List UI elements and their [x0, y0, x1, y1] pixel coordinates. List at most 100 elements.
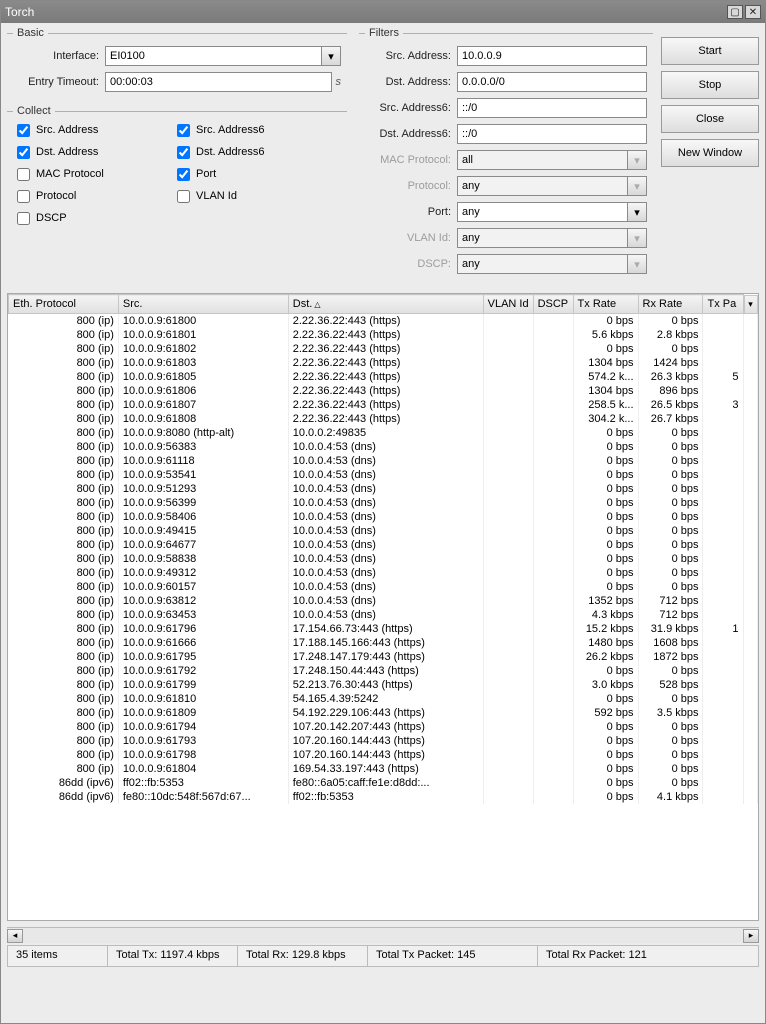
table-row[interactable]: 800 (ip)10.0.0.9:5129310.0.0.4:53 (dns)0…	[9, 482, 758, 496]
table-cell: 26.2 kbps	[573, 650, 638, 664]
table-row[interactable]: 800 (ip)10.0.0.9:618002.22.36.22:443 (ht…	[9, 314, 758, 329]
table-row[interactable]: 800 (ip)10.0.0.9:61798107.20.160.144:443…	[9, 748, 758, 762]
collect-checkbox-port[interactable]: Port	[173, 163, 333, 185]
src-address6-input[interactable]	[457, 98, 647, 118]
table-row[interactable]: 86dd (ipv6)fe80::10dc:548f:567d:67...ff0…	[9, 790, 758, 804]
horizontal-scrollbar[interactable]: ◂ ▸	[7, 927, 759, 943]
table-row[interactable]: 800 (ip)10.0.0.9:6166617.188.145.166:443…	[9, 636, 758, 650]
collect-checkbox-dst-address[interactable]: Dst. Address	[13, 141, 173, 163]
collect-checkbox-dst-address6[interactable]: Dst. Address6	[173, 141, 333, 163]
table-row[interactable]: 800 (ip)10.0.0.9:6179517.248.147.179:443…	[9, 650, 758, 664]
checkbox-input[interactable]	[17, 124, 30, 137]
table-row[interactable]: 800 (ip)10.0.0.9:6179952.213.76.30:443 (…	[9, 678, 758, 692]
table-row[interactable]: 800 (ip)10.0.0.9:5883810.0.0.4:53 (dns)0…	[9, 552, 758, 566]
start-button[interactable]: Start	[661, 37, 759, 65]
checkbox-input[interactable]	[17, 212, 30, 225]
dst-address6-input[interactable]	[457, 124, 647, 144]
table-row[interactable]: 800 (ip)10.0.0.9:4931210.0.0.4:53 (dns)0…	[9, 566, 758, 580]
table-cell: 10.0.0.9:61800	[118, 314, 288, 329]
table-row[interactable]: 800 (ip)10.0.0.9:4941510.0.0.4:53 (dns)0…	[9, 524, 758, 538]
interface-input[interactable]	[105, 46, 322, 66]
column-header-rx-rate[interactable]: Rx Rate	[638, 295, 703, 314]
port-input[interactable]	[457, 202, 628, 222]
minimize-icon[interactable]: ▢	[727, 5, 743, 19]
table-cell: ff02::fb:5353	[288, 790, 483, 804]
table-cell	[483, 454, 533, 468]
table-cell	[703, 678, 743, 692]
table-row[interactable]: 800 (ip)10.0.0.9:618022.22.36.22:443 (ht…	[9, 342, 758, 356]
collect-checkbox-vlan-id[interactable]: VLAN Id	[173, 185, 333, 207]
scroll-left-icon[interactable]: ◂	[7, 929, 23, 943]
table-row[interactable]: 800 (ip)10.0.0.9:6180954.192.229.106:443…	[9, 706, 758, 720]
column-header-tx-pa[interactable]: Tx Pa	[703, 295, 743, 314]
table-row[interactable]: 800 (ip)10.0.0.9:618062.22.36.22:443 (ht…	[9, 384, 758, 398]
collect-checkbox-protocol[interactable]: Protocol	[13, 185, 173, 207]
table-row[interactable]: 800 (ip)10.0.0.9:6111810.0.0.4:53 (dns)0…	[9, 454, 758, 468]
table-row[interactable]: 800 (ip)10.0.0.9:618012.22.36.22:443 (ht…	[9, 328, 758, 342]
checkbox-input[interactable]	[177, 146, 190, 159]
stop-button[interactable]: Stop	[661, 71, 759, 99]
close-icon[interactable]: ✕	[745, 5, 761, 19]
src-address6-label: Src. Address6:	[365, 102, 457, 114]
table-row[interactable]: 800 (ip)10.0.0.9:5840610.0.0.4:53 (dns)0…	[9, 510, 758, 524]
column-header-src-[interactable]: Src.	[118, 295, 288, 314]
vlan-input	[457, 228, 628, 248]
table-row[interactable]: 800 (ip)10.0.0.9:618072.22.36.22:443 (ht…	[9, 398, 758, 412]
table-cell: 800 (ip)	[9, 384, 119, 398]
table-row[interactable]: 800 (ip)10.0.0.9:61794107.20.142.207:443…	[9, 720, 758, 734]
new-window-button[interactable]: New Window	[661, 139, 759, 167]
close-button[interactable]: Close	[661, 105, 759, 133]
table-row[interactable]: 800 (ip)10.0.0.9:6381210.0.0.4:53 (dns)1…	[9, 594, 758, 608]
checkbox-input[interactable]	[177, 168, 190, 181]
table-cell	[483, 496, 533, 510]
table-row[interactable]: 800 (ip)10.0.0.9:6467710.0.0.4:53 (dns)0…	[9, 538, 758, 552]
table-row[interactable]: 800 (ip)10.0.0.9:618052.22.36.22:443 (ht…	[9, 370, 758, 384]
table-cell: 10.0.0.9:61793	[118, 734, 288, 748]
table-row[interactable]: 800 (ip)10.0.0.9:5354110.0.0.4:53 (dns)0…	[9, 468, 758, 482]
table-row[interactable]: 800 (ip)10.0.0.9:618032.22.36.22:443 (ht…	[9, 356, 758, 370]
column-header-tx-rate[interactable]: Tx Rate	[573, 295, 638, 314]
table-cell: 800 (ip)	[9, 468, 119, 482]
checkbox-input[interactable]	[17, 146, 30, 159]
columns-menu-icon[interactable]: ▾	[744, 295, 758, 314]
collect-checkbox-src-address6[interactable]: Src. Address6	[173, 119, 333, 141]
table-row[interactable]: 800 (ip)10.0.0.9:5639910.0.0.4:53 (dns)0…	[9, 496, 758, 510]
checkbox-input[interactable]	[177, 124, 190, 137]
table-cell: 0 bps	[638, 538, 703, 552]
table-row[interactable]: 800 (ip)10.0.0.9:6179217.248.150.44:443 …	[9, 664, 758, 678]
collect-legend: Collect	[13, 105, 55, 117]
port-dropdown-icon[interactable]: ▾	[627, 202, 647, 222]
table-cell	[483, 790, 533, 804]
column-header-dscp[interactable]: DSCP	[533, 295, 573, 314]
entry-timeout-input[interactable]	[105, 72, 332, 92]
column-header-dst-[interactable]: Dst.△	[288, 295, 483, 314]
table-cell	[703, 650, 743, 664]
checkbox-input[interactable]	[17, 168, 30, 181]
interface-dropdown-icon[interactable]: ▾	[321, 46, 341, 66]
table-row[interactable]: 800 (ip)10.0.0.9:61793107.20.160.144:443…	[9, 734, 758, 748]
table-row[interactable]: 800 (ip)10.0.0.9:6015710.0.0.4:53 (dns)0…	[9, 580, 758, 594]
column-header-vlan-id[interactable]: VLAN Id	[483, 295, 533, 314]
table-row[interactable]: 800 (ip)10.0.0.9:61804169.54.33.197:443 …	[9, 762, 758, 776]
checkbox-input[interactable]	[177, 190, 190, 203]
checkbox-input[interactable]	[17, 190, 30, 203]
table-row[interactable]: 800 (ip)10.0.0.9:6181054.165.4.39:52420 …	[9, 692, 758, 706]
column-header-eth-protocol[interactable]: Eth. Protocol	[9, 295, 119, 314]
table-row[interactable]: 800 (ip)10.0.0.9:6179617.154.66.73:443 (…	[9, 622, 758, 636]
table-row[interactable]: 800 (ip)10.0.0.9:8080 (http-alt)10.0.0.2…	[9, 426, 758, 440]
collect-checkbox-src-address[interactable]: Src. Address	[13, 119, 173, 141]
src-address-input[interactable]	[457, 46, 647, 66]
filters-legend: Filters	[365, 27, 403, 39]
table-cell: 800 (ip)	[9, 454, 119, 468]
checkbox-label: Dst. Address	[36, 146, 98, 158]
collect-checkbox-dscp[interactable]: DSCP	[13, 207, 173, 229]
dst-address-input[interactable]	[457, 72, 647, 92]
table-row[interactable]: 800 (ip)10.0.0.9:6345310.0.0.4:53 (dns)4…	[9, 608, 758, 622]
titlebar: Torch ▢ ✕	[1, 1, 765, 23]
table-row[interactable]: 86dd (ipv6)ff02::fb:5353fe80::6a05:caff:…	[9, 776, 758, 790]
scroll-right-icon[interactable]: ▸	[743, 929, 759, 943]
table-row[interactable]: 800 (ip)10.0.0.9:618082.22.36.22:443 (ht…	[9, 412, 758, 426]
collect-checkbox-mac-protocol[interactable]: MAC Protocol	[13, 163, 173, 185]
table-cell	[533, 552, 573, 566]
table-row[interactable]: 800 (ip)10.0.0.9:5638310.0.0.4:53 (dns)0…	[9, 440, 758, 454]
